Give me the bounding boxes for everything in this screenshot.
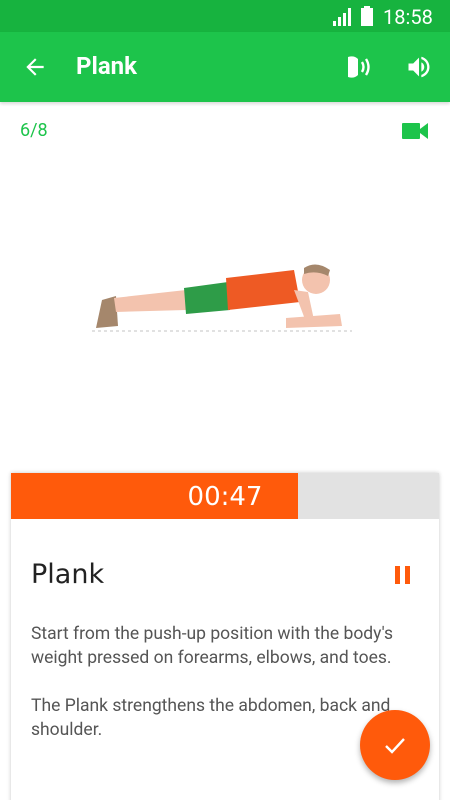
check-icon bbox=[385, 738, 405, 754]
volume-icon[interactable] bbox=[405, 53, 433, 81]
status-time: 18:58 bbox=[383, 5, 433, 29]
pause-icon[interactable] bbox=[394, 566, 412, 584]
plank-illustration bbox=[92, 264, 352, 332]
page-title: Plank bbox=[76, 52, 137, 80]
app-bar: Plank bbox=[0, 32, 450, 102]
arrow-left-icon[interactable] bbox=[22, 54, 48, 80]
battery-icon bbox=[361, 6, 373, 26]
done-button[interactable] bbox=[360, 710, 430, 780]
exercise-counter: 6/8 bbox=[20, 120, 48, 141]
video-camera-icon[interactable] bbox=[402, 122, 428, 140]
description-paragraph: Start from the push-up position with the… bbox=[31, 624, 393, 668]
timer-text: 00:47 bbox=[187, 482, 263, 512]
signal-icon bbox=[333, 8, 351, 26]
exercise-title: Plank bbox=[31, 559, 105, 590]
timer-progress-bar: 00:47 bbox=[11, 473, 439, 519]
voice-coach-icon[interactable] bbox=[344, 53, 374, 81]
status-bar: 18:58 bbox=[0, 0, 450, 32]
